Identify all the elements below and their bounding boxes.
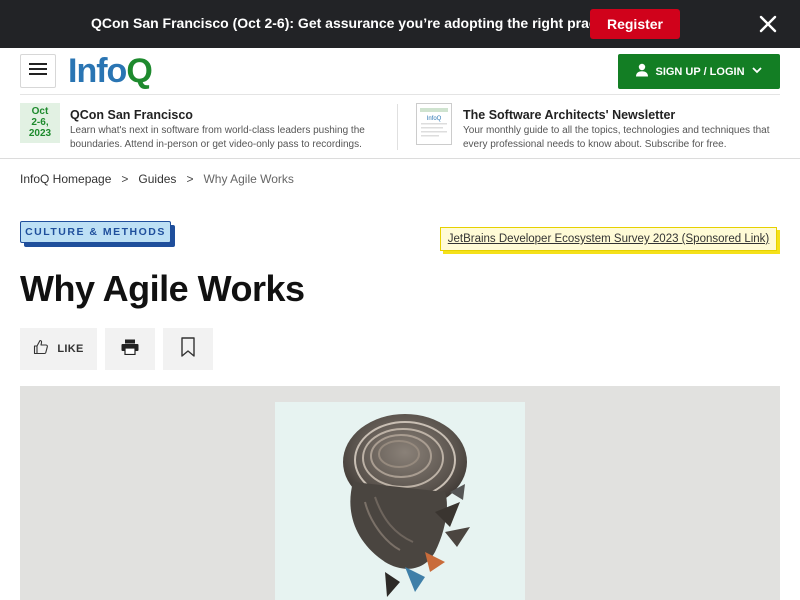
breadcrumb-guides[interactable]: Guides	[138, 172, 176, 186]
breadcrumb-home[interactable]: InfoQ Homepage	[20, 172, 111, 186]
print-button[interactable]	[105, 328, 155, 370]
register-button[interactable]: Register	[590, 9, 680, 39]
print-icon	[121, 339, 139, 360]
event-card-title[interactable]: QCon San Francisco	[70, 108, 193, 122]
topic-tag[interactable]: CULTURE & METHODS	[20, 221, 175, 247]
breadcrumb: InfoQ Homepage > Guides > Why Agile Work…	[20, 172, 294, 186]
newsletter-card-description: Your monthly guide to all the topics, te…	[463, 125, 770, 150]
chevron-down-icon	[751, 65, 763, 78]
infoq-logo[interactable]: InfoQ	[68, 52, 153, 91]
hamburger-menu-icon	[29, 62, 47, 81]
breadcrumb-current: Why Agile Works	[203, 172, 294, 186]
user-icon	[635, 63, 649, 80]
bookmark-icon	[180, 336, 196, 362]
logo-text-q: Q	[126, 52, 152, 90]
svg-text:InfoQ: InfoQ	[427, 116, 442, 122]
header-divider	[20, 94, 780, 95]
article-title: Why Agile Works	[20, 268, 305, 309]
logo-text-info: Info	[68, 52, 127, 90]
event-date-days: 2-6,	[31, 117, 49, 128]
signup-login-label: SIGN UP / LOGIN	[655, 65, 745, 78]
sponsored-link[interactable]: JetBrains Developer Ecosystem Survey 202…	[440, 227, 780, 254]
event-card-description: Learn what's next in software from world…	[70, 125, 365, 150]
cards-bottom-divider	[0, 158, 800, 159]
book-cover-image	[275, 402, 525, 600]
breadcrumb-separator: >	[121, 172, 129, 186]
like-label: LIKE	[57, 343, 84, 355]
sponsored-link-text: JetBrains Developer Ecosystem Survey 202…	[440, 227, 777, 251]
newsletter-card-title[interactable]: The Software Architects' Newsletter	[463, 108, 675, 122]
promo-banner: QCon San Francisco (Oct 2-6): Get assura…	[0, 0, 800, 48]
close-icon[interactable]	[756, 12, 780, 36]
topic-tag-label: CULTURE & METHODS	[20, 221, 171, 243]
event-date-badge[interactable]: Oct 2-6, 2023	[20, 103, 60, 143]
newsletter-thumbnail[interactable]: InfoQ	[416, 103, 452, 145]
cards-divider	[397, 104, 398, 150]
signup-login-button[interactable]: SIGN UP / LOGIN	[618, 54, 780, 89]
bookmark-button[interactable]	[163, 328, 213, 370]
breadcrumb-separator: >	[186, 172, 194, 186]
thumbs-up-icon	[33, 339, 49, 360]
menu-button[interactable]	[20, 54, 56, 88]
promo-banner-text[interactable]: QCon San Francisco (Oct 2-6): Get assura…	[91, 15, 632, 31]
like-button[interactable]: LIKE	[20, 328, 97, 370]
event-date-month: Oct	[31, 106, 49, 117]
event-date-year: 2023	[28, 128, 52, 139]
hero-image-area	[20, 386, 780, 600]
